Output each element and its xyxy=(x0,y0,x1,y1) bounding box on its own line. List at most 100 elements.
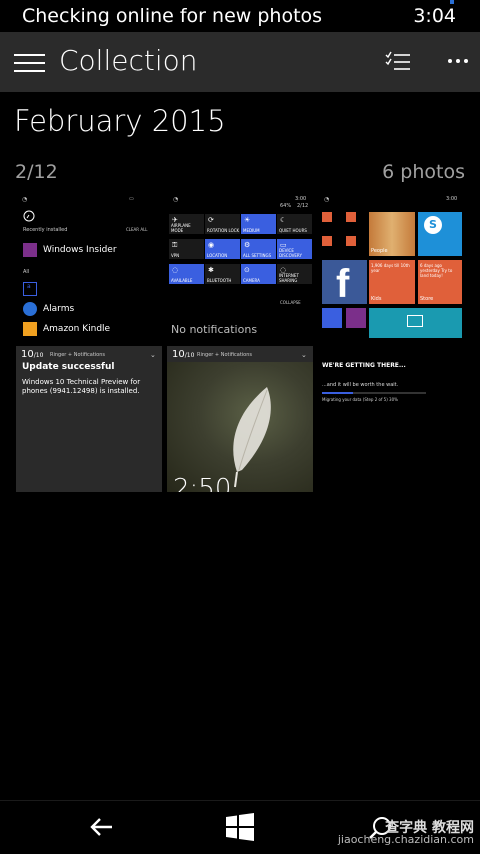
back-arrow-icon[interactable] xyxy=(88,815,114,839)
windows-insider-icon xyxy=(23,243,37,257)
quick-action-tile: ▭ DEVICE DISCOVERY xyxy=(277,239,312,259)
toast-time: 10/10 xyxy=(21,349,44,360)
quick-action-label: LOCATION xyxy=(207,253,228,258)
toast-title: Ringer + Notifications xyxy=(197,352,252,358)
kindle-icon xyxy=(23,322,37,336)
quick-action-icon: ⊙ xyxy=(244,266,250,274)
store-label: Store xyxy=(420,296,434,302)
lock-clock: 2:50 xyxy=(173,474,232,492)
photo-thumbnail[interactable]: ◔ 3:00 64% 2/12 ✈ AIRPLANE MODE ⟳ ROTATION … xyxy=(167,192,313,338)
signal-icon: ◔ xyxy=(22,196,28,203)
tile xyxy=(322,212,332,222)
status-time: 3:04 xyxy=(413,5,456,27)
quick-action-icon: ☀ xyxy=(244,216,251,224)
tile-text: 6 days ago yesterday Try to land today! xyxy=(420,263,453,278)
photo-thumbnail[interactable]: ◔ ▭ Recently installed CLEAR ALL Windows… xyxy=(16,192,162,338)
photos-icon xyxy=(407,315,423,327)
more-options-icon[interactable] xyxy=(446,59,470,65)
kids-label: Kids xyxy=(371,296,382,302)
list-item: Windows Insider xyxy=(23,243,117,257)
photo-thumbnail[interactable]: 10/10 Ringer + Notifications ⌄ 2:50 xyxy=(167,346,313,492)
quick-action-tile: ⚙ ALL SETTINGS xyxy=(241,239,276,259)
no-notifications-text: No notifications xyxy=(171,323,258,336)
status-indicator xyxy=(450,0,454,4)
photo-thumbnail[interactable]: 10/10 Ringer + Notifications ⌄ Update su… xyxy=(16,346,162,492)
photos-tile xyxy=(369,308,462,338)
page-title: Collection xyxy=(59,44,198,77)
quick-action-label: BLUETOOTH xyxy=(207,278,232,283)
app-name: Alarms xyxy=(43,304,75,314)
photo-thumbnail[interactable]: WE'RE GETTING THERE... ...and it will be… xyxy=(318,346,464,492)
quick-action-label: AVAILABLE xyxy=(171,278,193,283)
quick-action-label: CAMERA xyxy=(243,278,260,283)
quick-action-tile: ✈ AIRPLANE MODE xyxy=(169,214,204,234)
windows-start-icon[interactable] xyxy=(225,812,255,842)
notification-toast: 10/10 Ringer + Notifications ⌄ Update su… xyxy=(16,346,162,492)
quick-action-tile: ◉ LOCATION xyxy=(205,239,240,259)
toast-body: Windows 10 Technical Preview for phones … xyxy=(22,378,141,395)
notification-toast: 10/10 Ringer + Notifications ⌄ xyxy=(167,346,313,362)
quick-action-tile: ◌ INTERNET SHARING xyxy=(277,264,312,284)
signal-icon: ◔ xyxy=(324,196,330,203)
letter-tile: a xyxy=(23,282,37,296)
feather-shape xyxy=(233,387,271,488)
people-tile: People xyxy=(369,212,415,256)
kids-tile: 1,906 days till 10th year Kids xyxy=(369,260,415,304)
toast-time: 10/10 xyxy=(172,349,195,360)
clock: 3:00 xyxy=(446,196,458,202)
tile-text: 1,906 days till 10th year xyxy=(371,263,410,273)
status-message: Checking online for new photos xyxy=(22,5,323,27)
quick-action-label: ROTATION LOCK xyxy=(207,228,240,233)
progress-label: Migrating your data (Step 2 of 5) 30% xyxy=(322,397,398,402)
tile xyxy=(346,236,356,246)
quick-action-tile: ☀ MEDIUM xyxy=(241,214,276,234)
app-name: Windows Insider xyxy=(43,245,117,255)
quick-action-icon: ⚿ xyxy=(172,241,178,249)
progress-fill xyxy=(322,392,354,394)
date: 2/12 xyxy=(297,203,309,209)
quick-action-tile: ⊙ CAMERA xyxy=(241,264,276,284)
chevron-down-icon: ⌄ xyxy=(301,351,307,359)
quick-action-label: DEVICE DISCOVERY xyxy=(279,248,302,258)
tile xyxy=(322,236,332,246)
photo-thumbnail[interactable]: ◔ 3:00 People S f 1,906 days till 10th y… xyxy=(318,192,464,338)
photo-count: 6 photos xyxy=(382,161,465,183)
toast-title: Ringer + Notifications xyxy=(50,352,105,358)
quick-action-icon: ☾ xyxy=(280,216,287,224)
quick-action-tile: ✱ BLUETOOTH xyxy=(205,264,240,284)
alarm-icon xyxy=(23,302,37,316)
quick-action-icon: ◌ xyxy=(172,266,179,274)
all-label: All xyxy=(23,269,30,275)
store-tile: 6 days ago yesterday Try to land today! … xyxy=(418,260,462,304)
select-items-icon[interactable] xyxy=(384,50,412,74)
clear-all-label: CLEAR ALL xyxy=(126,227,148,232)
list-item: Alarms xyxy=(23,302,74,316)
people-label: People xyxy=(371,248,388,254)
app-name: Amazon Kindle xyxy=(43,324,111,334)
quick-action-icon: ✱ xyxy=(208,266,214,274)
quick-action-label: QUIET HOURS xyxy=(279,228,307,233)
clock: 3:00 xyxy=(295,196,307,202)
quick-action-tile: ◌ AVAILABLE xyxy=(169,264,204,284)
list-item: Amazon Kindle xyxy=(23,322,110,336)
recently-installed-label: Recently installed xyxy=(23,227,68,233)
toast-headline: Update successful xyxy=(22,362,115,372)
collapse-label: COLLAPSE xyxy=(280,300,301,305)
quick-action-icon: ⚙ xyxy=(244,241,251,249)
quick-action-label: ALL SETTINGS xyxy=(243,253,272,258)
progress-bar xyxy=(322,392,426,394)
tile xyxy=(346,308,366,328)
battery-icon: ▭ xyxy=(129,196,134,202)
status-bar: Checking online for new photos 3:04 xyxy=(0,0,480,32)
search-icon xyxy=(23,210,35,222)
date-label: 2/12 xyxy=(15,161,58,183)
tile xyxy=(322,308,342,328)
quick-action-label: AIRPLANE MODE xyxy=(171,223,191,233)
signal-icon: ◔ xyxy=(173,196,179,203)
hamburger-menu-icon[interactable] xyxy=(14,52,46,74)
battery-level: 64% xyxy=(280,203,292,209)
migration-headline: WE'RE GETTING THERE... xyxy=(322,362,406,369)
quick-action-label: MEDIUM xyxy=(243,228,260,233)
facebook-tile: f xyxy=(322,260,367,306)
month-heading: February 2015 xyxy=(14,104,226,138)
